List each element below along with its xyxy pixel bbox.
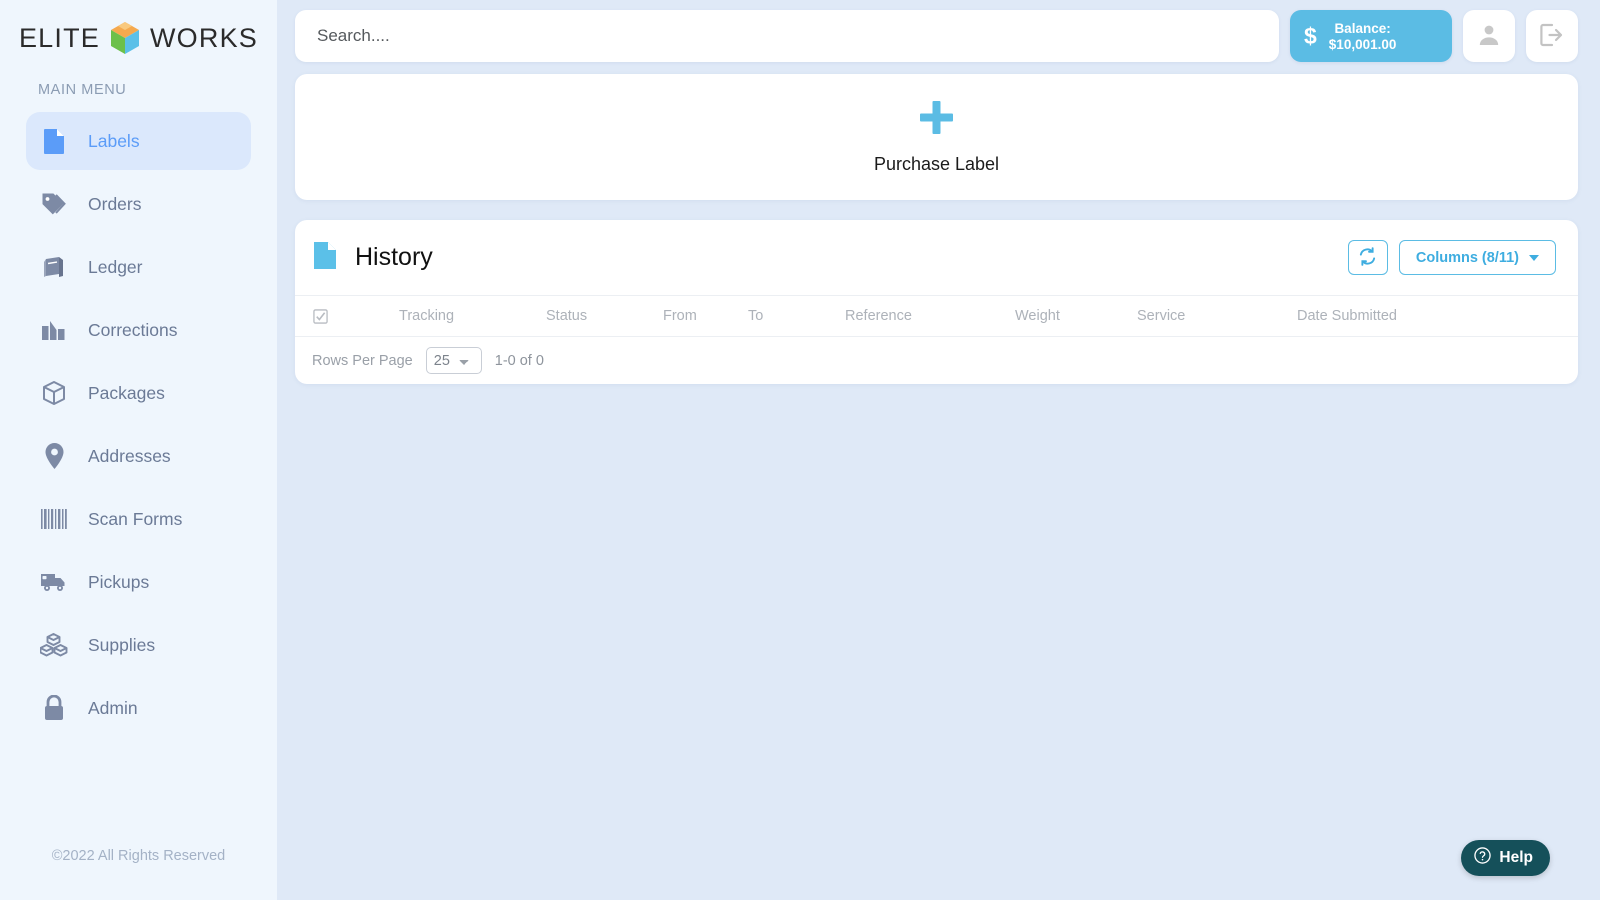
- page-title: History: [355, 243, 433, 271]
- refresh-icon: [1358, 246, 1377, 269]
- history-header: History Columns (8/11): [295, 220, 1578, 295]
- sidebar-footer-copyright: ©2022 All Rights Reserved: [51, 848, 226, 864]
- rows-per-page-select[interactable]: 102550100: [425, 347, 482, 374]
- sidebar-item-label: Labels: [88, 130, 140, 151]
- sidebar-section-label: MAIN MENU: [38, 82, 127, 98]
- balance-button[interactable]: $ Balance: $10,001.00: [1290, 10, 1452, 62]
- brand-name-right: WORKS: [150, 22, 259, 53]
- sidebar-item-scan-forms[interactable]: Scan Forms: [26, 490, 251, 548]
- sidebar-item-addresses[interactable]: Addresses: [26, 427, 251, 485]
- rows-per-page-label: Rows Per Page: [312, 352, 413, 369]
- truck-icon: [40, 568, 68, 596]
- question-circle-icon: [1474, 847, 1492, 869]
- brand-name-left: ELITE: [18, 22, 100, 53]
- sidebar-item-pickups[interactable]: Pickups: [26, 553, 251, 611]
- top-bar: $ Balance: $10,001.00: [295, 9, 1578, 63]
- chart-icon: [40, 316, 68, 344]
- sidebar-item-label: Packages: [88, 382, 165, 403]
- sidebar-item-label: Addresses: [88, 445, 171, 466]
- table-header-row: Tracking Status From To Reference Weight…: [295, 295, 1578, 337]
- logout-button[interactable]: [1526, 10, 1578, 62]
- help-button[interactable]: Help: [1461, 840, 1550, 876]
- table-footer: Rows Per Page 102550100 1-0 of 0: [295, 337, 1578, 384]
- pagination-range: 1-0 of 0: [494, 352, 544, 369]
- sidebar-item-label: Admin: [88, 697, 138, 718]
- column-header-service[interactable]: Service: [1137, 308, 1297, 324]
- chevron-down-icon: [1529, 254, 1539, 261]
- sidebar: ELITE WORKS MAIN MENU Labels Orders Ledg…: [0, 0, 277, 900]
- select-all-checkbox[interactable]: [313, 308, 399, 324]
- tag-icon: [40, 190, 68, 218]
- logout-icon: [1539, 23, 1565, 50]
- columns-dropdown-button[interactable]: Columns (8/11): [1398, 240, 1556, 275]
- sidebar-item-label: Scan Forms: [88, 508, 183, 529]
- sidebar-item-orders[interactable]: Orders: [26, 175, 251, 233]
- history-card: History Columns (8/11) Tracking Status F…: [295, 220, 1578, 384]
- column-header-to[interactable]: To: [748, 308, 845, 324]
- book-icon: [40, 253, 68, 281]
- app-root: ELITE WORKS MAIN MENU Labels Orders Ledg…: [0, 0, 1600, 900]
- lock-icon: [40, 694, 68, 722]
- document-icon: [313, 241, 337, 275]
- sidebar-item-admin[interactable]: Admin: [26, 679, 251, 737]
- sidebar-item-label: Ledger: [88, 256, 143, 277]
- balance-amount: $10,001.00: [1328, 36, 1397, 52]
- sidebar-item-label: Pickups: [88, 571, 150, 592]
- column-header-date-submitted[interactable]: Date Submitted: [1297, 308, 1578, 324]
- cube-logo-icon: [111, 22, 139, 54]
- column-header-weight[interactable]: Weight: [1015, 308, 1137, 324]
- brand-logo[interactable]: ELITE WORKS: [0, 0, 277, 68]
- user-icon: [1477, 23, 1501, 50]
- sidebar-item-label: Orders: [88, 193, 142, 214]
- boxes-icon: [40, 631, 68, 659]
- search-input[interactable]: [295, 10, 1279, 62]
- dollar-icon: $: [1304, 22, 1317, 49]
- main-content: $ Balance: $10,001.00 Purch: [277, 0, 1600, 900]
- sidebar-item-label: Supplies: [88, 634, 156, 655]
- purchase-label-text: Purchase Label: [873, 153, 1000, 174]
- column-header-from[interactable]: From: [663, 308, 748, 324]
- barcode-icon: [40, 505, 68, 533]
- purchase-label-card[interactable]: Purchase Label: [295, 74, 1578, 200]
- map-pin-icon: [40, 442, 68, 470]
- document-icon: [40, 127, 68, 155]
- column-header-status[interactable]: Status: [546, 308, 663, 324]
- sidebar-item-packages[interactable]: Packages: [26, 364, 251, 422]
- plus-icon: [919, 100, 954, 140]
- refresh-button[interactable]: [1347, 240, 1388, 275]
- column-header-tracking[interactable]: Tracking: [399, 308, 546, 324]
- column-header-reference[interactable]: Reference: [845, 308, 1015, 324]
- help-label: Help: [1499, 849, 1533, 866]
- account-button[interactable]: [1463, 10, 1515, 62]
- sidebar-item-labels[interactable]: Labels: [26, 112, 251, 170]
- history-actions: Columns (8/11): [1347, 240, 1556, 275]
- sidebar-item-ledger[interactable]: Ledger: [26, 238, 251, 296]
- box-icon: [40, 379, 68, 407]
- sidebar-item-supplies[interactable]: Supplies: [26, 616, 251, 674]
- columns-label: Columns (8/11): [1415, 249, 1519, 266]
- balance-label: Balance:: [1334, 20, 1391, 36]
- sidebar-item-label: Corrections: [88, 319, 178, 340]
- sidebar-item-corrections[interactable]: Corrections: [26, 301, 251, 359]
- sidebar-menu: Labels Orders Ledger Corrections Package…: [0, 112, 277, 737]
